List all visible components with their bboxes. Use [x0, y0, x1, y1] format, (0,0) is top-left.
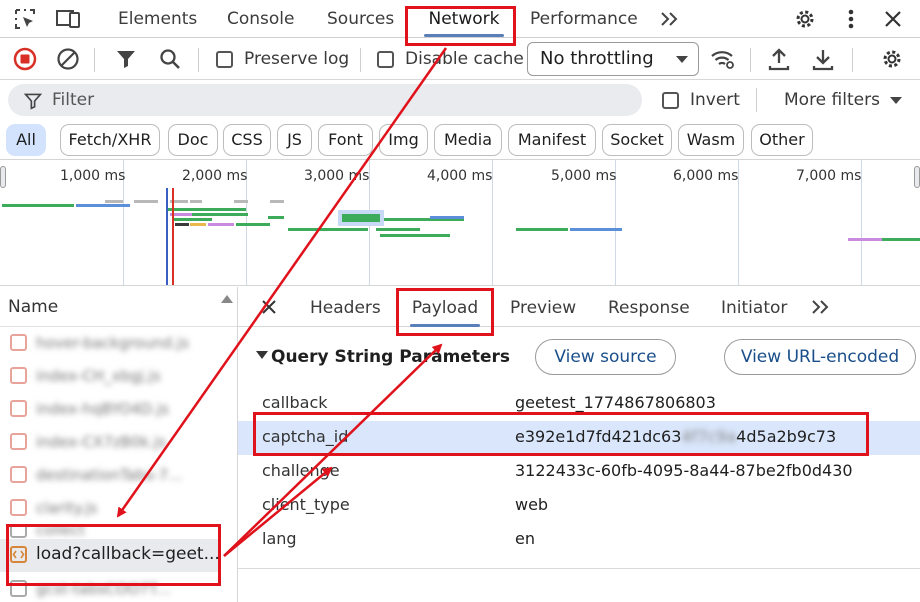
arrow-request-to-params	[223, 466, 333, 557]
arrow-network-to-request	[116, 47, 448, 518]
annotation-arrows	[116, 47, 448, 557]
arrow-request-to-payload	[223, 343, 443, 557]
